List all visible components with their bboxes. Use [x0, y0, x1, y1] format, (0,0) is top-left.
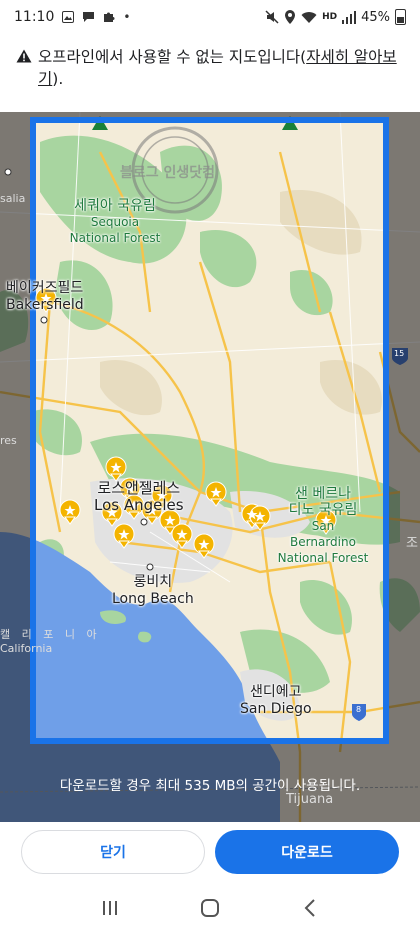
label-sequoia-en1: Sequoia	[90, 215, 140, 229]
recent-apps-button[interactable]	[90, 893, 130, 923]
label-san-bernardino: 샌 베르나 디노 국유림 San Bernardino National For…	[268, 486, 378, 566]
label-long-beach: 롱비치 Long Beach	[112, 574, 194, 608]
puzzle-icon	[104, 12, 115, 22]
label-sequoia-en2: National Forest	[69, 231, 161, 245]
download-size-info: 다운로드할 경우 최대 535 MB의 공간이 사용됩니다.	[59, 778, 361, 794]
action-buttons: 닫기 다운로드	[0, 822, 420, 882]
watermark-text: 블로그 인생닷컴	[120, 165, 216, 181]
shield-15-label: 15	[394, 349, 405, 358]
label-los-angeles: 로스앤젤레스 Los Angeles	[94, 480, 184, 514]
shield-8-label: 8	[356, 705, 362, 714]
warning-icon	[16, 49, 32, 63]
chat-icon	[83, 12, 95, 22]
label-res: res	[0, 434, 17, 447]
label-salia: salia	[0, 192, 26, 205]
label-jo: 조	[406, 536, 418, 551]
label-sandiego-ko: 샌디에고	[250, 684, 302, 700]
label-california-ko: 캘 리 포 니 아	[0, 628, 101, 641]
label-bakersfield-ko: 베이커즈필드	[6, 280, 84, 296]
offline-warning-banner: 오프라인에서 사용할 수 없는 지도입니다(자세히 알아보기).	[0, 34, 420, 112]
label-california-en: California	[0, 642, 53, 655]
home-button[interactable]	[190, 893, 230, 923]
label-longbeach-en: Long Beach	[112, 591, 194, 607]
home-icon	[201, 898, 219, 917]
label-california: 캘 리 포 니 아 California	[0, 626, 101, 655]
battery-icon	[395, 9, 406, 25]
label-sb-en1: San	[311, 519, 335, 533]
signal-icon	[342, 10, 357, 24]
label-longbeach-ko: 롱비치	[133, 574, 173, 590]
map-view[interactable]: 블로그 인생닷컴 세쿼아 국유림 Sequoia National Forest…	[0, 112, 420, 822]
label-sandiego-en: San Diego	[240, 701, 312, 717]
download-button[interactable]: 다운로드	[215, 830, 399, 874]
label-san-diego: 샌디에고 San Diego	[240, 684, 312, 718]
status-bar: 11:10 • HD 45%	[0, 0, 420, 34]
label-bakersfield: 베이커즈필드 Bakersfield	[6, 280, 84, 314]
gallery-icon	[62, 11, 75, 23]
label-la-en: Los Angeles	[94, 496, 184, 514]
label-sequoia-ko: 세쿼아 국유림	[74, 198, 156, 214]
label-sb-en2: Bernardino	[290, 535, 356, 549]
location-icon	[285, 10, 296, 24]
label-tijuana: Tijuana	[286, 792, 334, 807]
dim-right	[386, 112, 420, 822]
back-button[interactable]	[290, 893, 330, 923]
recent-apps-icon	[103, 900, 117, 915]
label-sb-en3: National Forest	[277, 551, 369, 565]
mute-icon	[265, 10, 279, 24]
dim-left	[0, 112, 33, 822]
label-sb-ko2: 디노 국유림	[288, 502, 358, 518]
label-bakersfield-en: Bakersfield	[6, 297, 84, 313]
warning-text: 오프라인에서 사용할 수 없는 지도입니다(자세히 알아보기).	[38, 46, 404, 90]
status-time: 11:10	[14, 9, 55, 25]
label-sequoia: 세쿼아 국유림 Sequoia National Forest	[60, 198, 170, 246]
back-icon	[304, 898, 315, 917]
notification-dot-icon: •	[123, 10, 131, 24]
warning-message: 오프라인에서 사용할 수 없는 지도입니다(	[38, 48, 307, 66]
warning-suffix: ).	[52, 70, 64, 88]
label-sb-ko1: 샌 베르나	[295, 486, 351, 502]
battery-percent: 45%	[361, 9, 390, 25]
system-nav-bar	[0, 882, 420, 933]
close-button[interactable]: 닫기	[21, 830, 205, 874]
hd-badge: HD	[322, 12, 338, 22]
label-la-ko: 로스앤젤레스	[97, 479, 181, 497]
wifi-icon	[301, 11, 317, 23]
